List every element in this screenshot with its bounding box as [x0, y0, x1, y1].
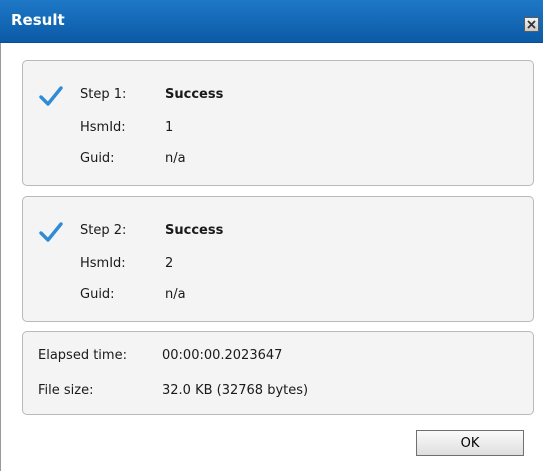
hsmid-value: 2 [165, 256, 174, 271]
title-bar: Result [0, 0, 543, 43]
guid-label: Guid: [80, 287, 115, 302]
step-status: Success [165, 223, 224, 238]
step-status: Success [165, 87, 224, 102]
guid-value: n/a [165, 287, 186, 302]
hsmid-label: HsmId: [80, 256, 126, 271]
step-label: Step 2: [80, 223, 127, 238]
elapsed-time-value: 00:00:00.2023647 [162, 348, 283, 363]
hsmid-value: 1 [165, 120, 174, 135]
ok-button[interactable]: OK [416, 430, 524, 456]
step-1-panel: Step 1: Success HsmId: 1 Guid: n/a [22, 60, 534, 186]
close-icon [527, 20, 536, 29]
hsmid-label: HsmId: [80, 120, 126, 135]
step-2-panel: Step 2: Success HsmId: 2 Guid: n/a [22, 196, 534, 322]
file-size-label: File size: [38, 383, 94, 398]
close-button[interactable] [524, 17, 539, 32]
checkmark-icon [39, 222, 63, 242]
file-size-value: 32.0 KB (32768 bytes) [162, 383, 309, 398]
guid-value: n/a [165, 151, 186, 166]
step-label: Step 1: [80, 87, 127, 102]
guid-label: Guid: [80, 151, 115, 166]
checkmark-icon [39, 86, 63, 106]
summary-panel: Elapsed time: 00:00:00.2023647 File size… [22, 331, 534, 415]
window-title: Result [11, 11, 65, 29]
elapsed-time-label: Elapsed time: [38, 348, 127, 363]
